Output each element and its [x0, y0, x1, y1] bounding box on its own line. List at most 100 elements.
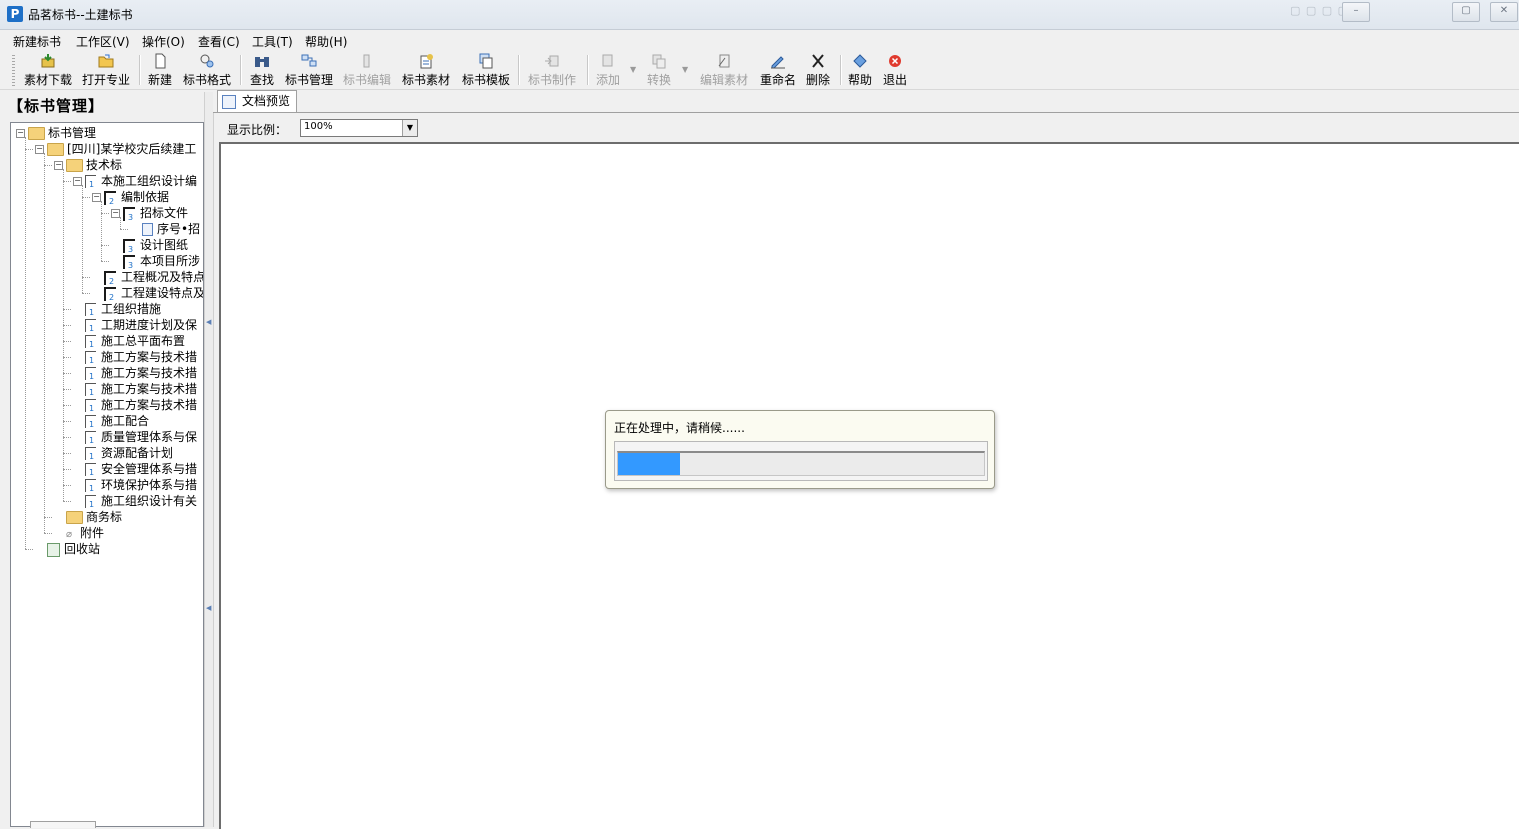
tree-connector	[63, 389, 71, 390]
menu-view[interactable]: 查看(C)	[198, 33, 240, 50]
convert-icon	[652, 54, 666, 69]
tree-connector	[63, 373, 71, 374]
section-level-icon: 2	[104, 190, 116, 206]
tree-node-label: 技术标	[86, 158, 123, 172]
tree-node-label: 回收站	[64, 542, 101, 556]
collapse-arrow-icon[interactable]: ◀	[206, 604, 211, 612]
tree-node[interactable]: 2 工程概况及特点	[92, 269, 203, 286]
bid-format-button[interactable]: 标书格式	[181, 53, 233, 87]
toolbar-grip[interactable]	[12, 55, 15, 86]
tree-connector	[82, 277, 90, 278]
bid-template-button[interactable]: 标书模板	[460, 53, 512, 87]
tree-node-label: 安全管理体系与措	[101, 462, 198, 476]
bid-manage-button[interactable]: 标书管理	[283, 53, 335, 87]
tree-node[interactable]: 1 施工方案与技术措	[73, 397, 197, 413]
tree-node[interactable]: 3 本项目所涉	[111, 253, 200, 270]
tree-connector	[82, 197, 90, 198]
binoculars-icon	[255, 57, 269, 67]
bid-management-panel: 【标书管理】 − 标书管理 − [四川]某学校灾后续建工 − 技术标 −1 本施工组织设计编 −…	[0, 90, 204, 827]
maximize-button[interactable]: ▢	[1452, 2, 1480, 22]
tree-node[interactable]: 1 施工方案与技术措	[73, 349, 197, 365]
collapse-arrow-icon[interactable]: ◀	[206, 318, 211, 326]
expand-toggle-icon[interactable]: −	[54, 161, 63, 170]
panel-splitter[interactable]: ◀ ◀	[204, 92, 214, 827]
edit-material-button[interactable]: 编辑素材	[698, 53, 750, 87]
exit-button[interactable]: 退出	[881, 53, 909, 87]
close-window-button[interactable]: ✕	[1490, 2, 1518, 22]
expand-toggle-icon[interactable]: −	[73, 177, 82, 186]
tree-node[interactable]: 1 安全管理体系与措	[73, 461, 197, 477]
window-title: 品茗标书--土建标书	[28, 8, 133, 22]
bid-edit-button[interactable]: 标书编辑	[341, 53, 393, 87]
tree-connector	[44, 533, 52, 534]
delete-button[interactable]: 删除	[804, 53, 832, 87]
bid-build-button[interactable]: 标书制作	[526, 53, 578, 87]
tree-node[interactable]: 1 工组织措施	[73, 301, 161, 317]
minimize-button[interactable]: –	[1342, 2, 1370, 22]
expand-toggle-icon[interactable]: −	[111, 209, 120, 218]
tree-node-label: 工程建设特点及	[121, 286, 204, 300]
maximize-icon: ▢	[1461, 5, 1471, 16]
find-button[interactable]: 查找	[247, 53, 277, 87]
tree-node[interactable]: 1 工期进度计划及保	[73, 317, 197, 333]
tree-node-label: 资源配备计划	[101, 446, 174, 460]
menu-workspace[interactable]: 工作区(V)	[76, 33, 130, 50]
tree-node[interactable]: 1 施工配合	[73, 413, 149, 429]
section-level-icon: 1	[85, 399, 96, 413]
tree-node[interactable]: −3 招标文件	[111, 205, 188, 222]
tree-node[interactable]: 1 资源配备计划	[73, 445, 173, 461]
tree-node-label: 施工方案与技术措	[101, 350, 198, 364]
tree-node[interactable]: − 标书管理	[16, 125, 96, 141]
expand-toggle-icon[interactable]: −	[16, 129, 25, 138]
bid-tree[interactable]: − 标书管理 − [四川]某学校灾后续建工 − 技术标 −1 本施工组织设计编 −2 编制依据 −3…	[10, 122, 204, 827]
zoom-select[interactable]: 100% ▼	[300, 119, 418, 137]
tree-node[interactable]: − [四川]某学校灾后续建工	[35, 141, 196, 157]
toolbar-separator	[240, 55, 242, 85]
tree-guide-line	[101, 201, 102, 261]
menu-operate[interactable]: 操作(O)	[142, 33, 185, 50]
tree-node[interactable]: 商务标	[54, 509, 122, 525]
rename-button[interactable]: 重命名	[758, 53, 798, 87]
add-dropdown-arrow-icon[interactable]: ▼	[630, 65, 636, 74]
tree-node-label: 施工总平面布置	[101, 334, 186, 348]
tree-node-label: 工期进度计划及保	[101, 318, 198, 332]
new-button[interactable]: 新建	[145, 53, 175, 87]
help-button[interactable]: 帮助	[846, 53, 874, 87]
expand-toggle-icon[interactable]: −	[35, 145, 44, 154]
add-button[interactable]: 添加	[594, 53, 622, 87]
tree-node[interactable]: 1 施工方案与技术措	[73, 381, 197, 397]
tree-node[interactable]: 1 施工总平面布置	[73, 333, 185, 349]
tree-node[interactable]: 回收站	[35, 541, 100, 557]
section-level-icon: 1	[85, 415, 96, 429]
section-level-icon: 1	[85, 447, 96, 461]
tree-node[interactable]: 1 质量管理体系与保	[73, 429, 197, 445]
tree-node[interactable]: −1 本施工组织设计编	[73, 173, 197, 189]
tree-node[interactable]: 2 工程建设特点及	[92, 285, 204, 302]
tree-node[interactable]: 序号•招	[130, 221, 200, 237]
menu-tools[interactable]: 工具(T)	[252, 33, 293, 50]
section-level-icon: 3	[123, 254, 135, 270]
tree-connector	[63, 357, 71, 358]
tree-connector	[101, 261, 109, 262]
bid-material-button[interactable]: 标书素材	[400, 53, 452, 87]
tab-document-preview[interactable]: 文档预览	[217, 90, 298, 112]
title-bar-blurred-text: ▢ ▢ ▢ ▢	[1290, 4, 1350, 17]
close-icon: ✕	[1499, 5, 1509, 16]
material-download-button[interactable]: 素材下载	[22, 53, 74, 87]
menu-new-bid[interactable]: 新建标书	[13, 33, 61, 50]
tree-node[interactable]: ⌀ 附件	[54, 525, 104, 541]
tree-node[interactable]: 3 设计图纸	[111, 237, 188, 254]
tree-node[interactable]: −2 编制依据	[92, 189, 169, 206]
tree-node[interactable]: 1 施工组织设计有关	[73, 493, 197, 509]
tree-connector	[63, 341, 71, 342]
open-specialty-button[interactable]: 打开专业	[80, 53, 132, 87]
tree-node[interactable]: − 技术标	[54, 157, 122, 173]
menu-help[interactable]: 帮助(H)	[305, 33, 347, 50]
tree-node[interactable]: 1 施工方案与技术措	[73, 365, 197, 381]
expand-toggle-icon[interactable]: −	[92, 193, 101, 202]
zoom-label: 显示比例：	[227, 123, 288, 137]
tree-node[interactable]: 1 环境保护体系与措	[73, 477, 197, 493]
convert-dropdown-arrow-icon[interactable]: ▼	[682, 65, 688, 74]
chevron-down-icon[interactable]: ▼	[402, 120, 417, 136]
convert-button[interactable]: 转换	[645, 53, 673, 87]
